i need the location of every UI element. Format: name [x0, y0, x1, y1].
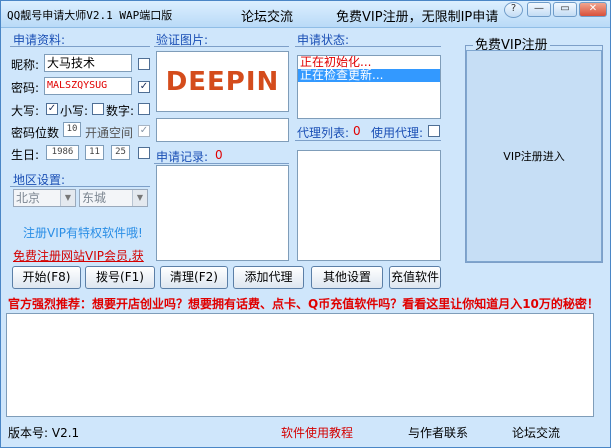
maximize-button[interactable]: ▭: [553, 2, 577, 17]
birth-day-input[interactable]: 25: [111, 145, 130, 160]
status-list[interactable]: 正在初始化... 正在检查更新...: [297, 55, 441, 119]
open-space-checkbox[interactable]: ✓: [138, 125, 150, 137]
other-settings-button[interactable]: 其他设置: [311, 266, 383, 289]
free-register-link[interactable]: 免费注册网站VIP会员,获: [13, 247, 149, 264]
close-button[interactable]: ✕: [579, 2, 607, 17]
recharge-button[interactable]: 充值软件: [389, 266, 441, 289]
use-proxy-checkbox[interactable]: [428, 125, 440, 137]
proxy-list-count: 0: [353, 124, 361, 138]
log-textarea[interactable]: [6, 313, 594, 417]
title-bar: QQ靓号申请大师V2.1 WAP端口版 论坛交流 免费VIP注册，无限制IP申请…: [1, 1, 610, 28]
proxy-divider: [295, 140, 441, 141]
tutorial-link[interactable]: 软件使用教程: [281, 424, 353, 441]
main-window: QQ靓号申请大师V2.1 WAP端口版 论坛交流 免费VIP注册，无限制IP申请…: [0, 0, 611, 448]
app-title: QQ靓号申请大师V2.1 WAP端口版: [7, 9, 173, 22]
chevron-down-icon: ▼: [60, 190, 75, 206]
apply-info-divider: [10, 46, 150, 47]
lowercase-checkbox[interactable]: [92, 103, 104, 115]
nickname-label: 昵称:: [11, 58, 40, 72]
title-forum-link[interactable]: 论坛交流: [241, 6, 293, 25]
proxy-list[interactable]: [297, 150, 441, 261]
records-list[interactable]: [156, 165, 289, 261]
uppercase-checkbox[interactable]: ✓: [46, 103, 58, 115]
title-promo-text[interactable]: 免费VIP注册，无限制IP申请: [336, 6, 498, 25]
birth-year-input[interactable]: 1986: [46, 145, 79, 160]
vip-register-button[interactable]: VIP注册进入: [466, 50, 602, 262]
province-value: 北京: [16, 191, 41, 205]
captcha-image[interactable]: DEEPIN: [156, 51, 289, 112]
password-input[interactable]: MALSZQYSUG: [44, 77, 132, 95]
records-divider: [154, 163, 289, 164]
birth-month-input[interactable]: 11: [85, 145, 104, 160]
vip-privilege-link[interactable]: 注册VIP有特权软件哦!: [23, 224, 143, 241]
nickname-input[interactable]: 大马技术: [44, 54, 132, 72]
status-divider: [295, 46, 441, 47]
captcha-input[interactable]: [156, 118, 289, 142]
captcha-divider: [154, 46, 289, 47]
help-icon[interactable]: ?: [504, 2, 523, 18]
chevron-down-icon: ▼: [132, 190, 147, 206]
nickname-random-checkbox[interactable]: [138, 58, 150, 70]
proxy-list-label: 代理列表:: [297, 126, 350, 140]
contact-author-link[interactable]: 与作者联系: [408, 424, 468, 441]
city-select[interactable]: 东城 ▼: [79, 189, 148, 207]
lowercase-label: 小写:: [60, 104, 89, 118]
province-select[interactable]: 北京 ▼: [13, 189, 76, 207]
dial-button[interactable]: 拨号(F1): [85, 266, 155, 289]
minimize-button[interactable]: —: [527, 2, 551, 17]
open-space-label: 开通空间: [85, 126, 134, 140]
password-random-checkbox[interactable]: ✓: [138, 81, 150, 93]
records-count: 0: [215, 148, 223, 162]
version-label: 版本号: V2.1: [8, 426, 80, 440]
footer-forum-link[interactable]: 论坛交流: [512, 424, 560, 441]
start-button[interactable]: 开始(F8): [12, 266, 81, 289]
use-proxy-label: 使用代理:: [371, 126, 424, 140]
password-label: 密码:: [11, 81, 40, 95]
ad-text[interactable]: 官方强烈推荐：想要开店创业吗？想要拥有话费、点卡、Q币充值软件吗？看看这里让你知…: [8, 295, 599, 312]
digits-label: 数字:: [106, 104, 135, 118]
password-length-label: 密码位数: [11, 126, 60, 140]
digits-checkbox[interactable]: [138, 103, 150, 115]
city-value: 东城: [82, 191, 107, 205]
status-line: 正在检查更新...: [298, 69, 440, 82]
add-proxy-button[interactable]: 添加代理: [233, 266, 304, 289]
password-length-input[interactable]: 10: [63, 122, 81, 137]
clear-button[interactable]: 清理(F2): [160, 266, 228, 289]
birthday-label: 生日:: [11, 148, 40, 162]
uppercase-label: 大写:: [11, 104, 40, 118]
region-divider: [10, 186, 150, 187]
birthday-random-checkbox[interactable]: [138, 147, 150, 159]
